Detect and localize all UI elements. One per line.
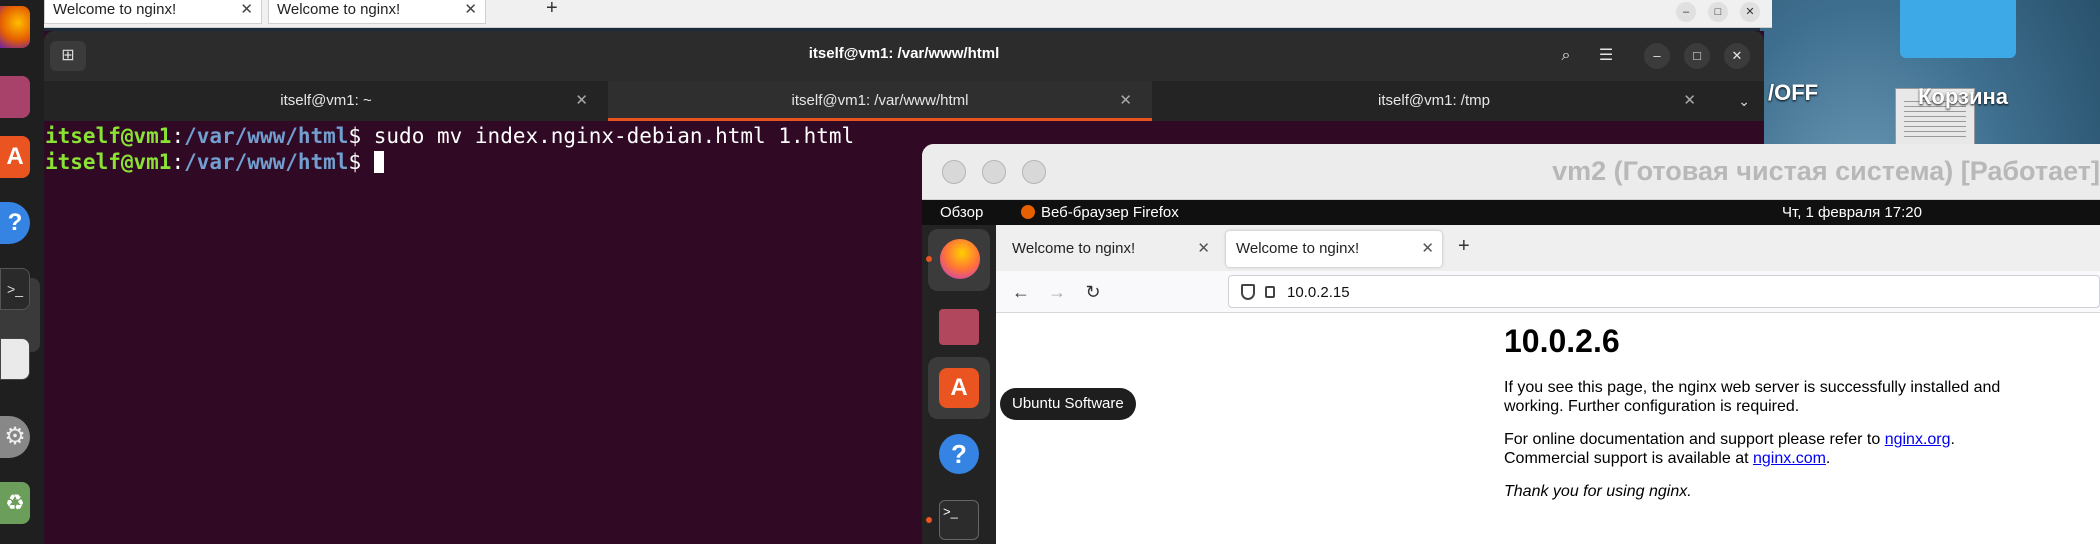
desktop-label-trash: Корзина — [1918, 84, 2008, 109]
lock-icon[interactable] — [1265, 286, 1275, 298]
terminal-tab-html[interactable]: itself@vm1: /var/www/html ✕ — [608, 81, 1152, 121]
settings-gear-icon[interactable]: ⚙ — [0, 416, 30, 458]
app-menu-label: Веб-браузер Firefox — [1041, 204, 1179, 221]
url-text: 10.0.2.15 — [1287, 284, 1350, 301]
vm-titlebar: vm2 (Готовая чистая система) [Работает] — [922, 144, 2100, 200]
ubuntu-software-icon: A — [939, 368, 979, 408]
vm-window[interactable]: vm2 (Готовая чистая система) [Работает] … — [922, 144, 2100, 544]
system-monitor-icon[interactable] — [0, 338, 30, 380]
text-cursor — [373, 151, 384, 173]
dock-tooltip: Ubuntu Software — [1000, 388, 1136, 420]
vm-window-title: vm2 (Готовая чистая система) [Работает] — [1552, 156, 2100, 186]
running-indicator — [926, 517, 932, 523]
reload-icon[interactable]: ↻ — [1078, 277, 1108, 307]
minimize-icon[interactable]: – — [1644, 43, 1670, 69]
terminal-command: sudo mv index.nginx-debian.html 1.html — [373, 124, 855, 148]
host-tab-1[interactable]: Welcome to nginx! ✕ — [44, 0, 262, 24]
vm-dock-firefox[interactable] — [928, 229, 990, 291]
ubuntu-software-icon[interactable]: A — [0, 136, 30, 178]
firefox-tab-title: Welcome to nginx! — [1236, 240, 1360, 257]
minimize-icon[interactable] — [982, 160, 1006, 184]
host-browser-tabbar: Welcome to nginx! ✕ Welcome to nginx! ✕ … — [44, 0, 1772, 28]
host-tab-1-title: Welcome to nginx! — [53, 1, 177, 18]
close-icon[interactable]: ✕ — [464, 0, 477, 18]
new-tab-button[interactable]: + — [546, 0, 558, 20]
host-tab-2[interactable]: Welcome to nginx! ✕ — [268, 0, 486, 24]
close-window-icon[interactable]: ✕ — [1740, 2, 1760, 22]
files-icon[interactable] — [0, 76, 30, 118]
minimize-icon[interactable]: – — [1676, 2, 1696, 22]
terminal-tab-home[interactable]: itself@vm1: ~ ✕ — [44, 81, 608, 121]
desktop-label-off: /OFF — [1768, 80, 1819, 105]
firefox-icon[interactable] — [0, 6, 30, 48]
page-paragraph-1: If you see this page, the nginx web serv… — [1504, 379, 2001, 415]
chevron-down-icon[interactable]: ⌄ — [1738, 81, 1750, 121]
help-icon: ? — [939, 434, 979, 474]
nginx-welcome-content: 10.0.2.6 If you see this page, the nginx… — [1504, 323, 2044, 515]
terminal-icon: >_ — [939, 500, 979, 540]
vm-dock-terminal[interactable]: >_ — [928, 489, 990, 544]
web-page: 10.0.2.6 If you see this page, the nginx… — [996, 313, 2100, 544]
terminal-tab-tmp[interactable]: itself@vm1: /tmp ✕ — [1152, 81, 1716, 121]
maximize-icon[interactable]: □ — [1708, 2, 1728, 22]
url-bar[interactable]: 10.0.2.15 — [1228, 275, 2100, 308]
firefox-tab-1[interactable]: Welcome to nginx! ✕ — [1002, 231, 1218, 267]
firefox-tabbar: Welcome to nginx! ✕ Welcome to nginx! ✕ … — [996, 225, 2100, 271]
terminal-window-title: itself@vm1: /var/www/html — [808, 45, 1000, 62]
terminal-headerbar: ⊞ itself@vm1: /var/www/html ⌕ ☰ – □ ✕ — [44, 31, 1764, 81]
close-icon[interactable]: ✕ — [575, 81, 588, 121]
search-icon[interactable]: ⌕ — [1550, 41, 1582, 71]
close-icon[interactable]: ✕ — [1119, 81, 1132, 121]
terminal-tab-label: itself@vm1: ~ — [280, 92, 372, 109]
close-icon[interactable]: ✕ — [1421, 231, 1434, 267]
vm-dock-help[interactable]: ? — [928, 423, 990, 485]
host-dock: A ? >_ ⚙ ♻ — [0, 0, 44, 544]
firefox-tab-2[interactable]: Welcome to nginx! ✕ — [1226, 231, 1442, 267]
gnome-top-bar: Обзор Веб-браузер Firefox Чт, 1 февраля … — [922, 200, 2100, 225]
close-icon[interactable]: ✕ — [240, 0, 253, 18]
running-indicator — [926, 256, 932, 262]
nginx-org-link[interactable]: nginx.org — [1885, 431, 1951, 448]
new-tab-button[interactable]: + — [1458, 235, 1470, 258]
shield-icon[interactable] — [1241, 284, 1255, 300]
vm-dock-files[interactable] — [928, 297, 990, 359]
forward-arrow-icon[interactable]: → — [1042, 277, 1072, 307]
host-tab-2-title: Welcome to nginx! — [277, 1, 401, 18]
maximize-icon[interactable]: □ — [1684, 43, 1710, 69]
vm-dock: A ? >_ — [922, 225, 996, 544]
activities-button[interactable]: Обзор — [940, 200, 983, 225]
maximize-icon[interactable] — [1022, 160, 1046, 184]
nginx-com-link[interactable]: nginx.com — [1753, 450, 1826, 467]
terminal-tab-label: itself@vm1: /var/www/html — [791, 92, 969, 109]
firefox-icon — [940, 239, 980, 279]
firefox-tab-title: Welcome to nginx! — [1012, 240, 1136, 257]
page-heading: 10.0.2.6 — [1504, 323, 1620, 359]
close-icon[interactable]: ✕ — [1197, 231, 1210, 267]
page-paragraph-2: For online documentation and support ple… — [1504, 431, 1955, 467]
trash-recycle-icon[interactable]: ♻ — [0, 482, 30, 524]
firefox-icon — [1021, 205, 1035, 219]
help-icon[interactable]: ? — [0, 202, 30, 244]
back-arrow-icon[interactable]: ← — [1006, 277, 1036, 307]
app-menu[interactable]: Веб-браузер Firefox — [1021, 200, 1179, 225]
close-icon[interactable]: ✕ — [1683, 81, 1696, 121]
page-thanks: Thank you for using nginx. — [1504, 483, 1692, 500]
terminal-tab-label: itself@vm1: /tmp — [1378, 92, 1490, 109]
close-icon[interactable] — [942, 160, 966, 184]
terminal-tabbar: itself@vm1: ~ ✕ itself@vm1: /var/www/htm… — [44, 81, 1764, 121]
files-icon — [939, 309, 979, 345]
vm-dock-ubuntu-software[interactable]: A — [928, 357, 990, 419]
hamburger-menu-icon[interactable]: ☰ — [1590, 41, 1622, 71]
close-icon[interactable]: ✕ — [1724, 43, 1750, 69]
clock[interactable]: Чт, 1 февраля 17:20 — [1782, 200, 1922, 225]
terminal-icon[interactable]: >_ — [0, 268, 30, 310]
firefox-navbar: ← → ↻ 10.0.2.15 — [996, 271, 2100, 313]
desktop-folder-icon[interactable] — [1900, 0, 2016, 58]
